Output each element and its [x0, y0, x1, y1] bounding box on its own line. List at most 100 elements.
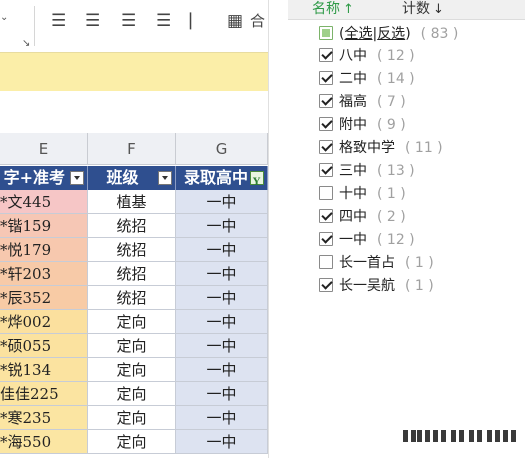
pane-divider — [268, 0, 288, 458]
spreadsheet-area: ⌄ ↘ ☰ ☰ ☰ ☰ ⎸ ▦ 合 E F G 字+准考 班级 录取高中 *文4… — [0, 0, 268, 458]
cell-admitted-school[interactable]: 一中 — [176, 310, 268, 334]
cell-admitted-school[interactable]: 一中 — [176, 406, 268, 430]
option-count: ( 9 ) — [377, 117, 406, 133]
option-checkbox[interactable] — [319, 94, 333, 108]
cell-admitted-school[interactable]: 一中 — [176, 286, 268, 310]
column-header-g[interactable]: G — [176, 133, 268, 165]
option-checkbox[interactable] — [319, 71, 333, 85]
table-row: *悦179 统招 一中 — [0, 238, 268, 262]
option-checkbox[interactable] — [319, 186, 333, 200]
option-checkbox[interactable] — [319, 48, 333, 62]
cell-class[interactable]: 定向 — [88, 310, 176, 334]
blank-area — [0, 91, 268, 133]
option-checkbox[interactable] — [319, 232, 333, 246]
option-label: 八中 — [339, 48, 367, 64]
header-cell-e[interactable]: 字+准考 — [0, 166, 88, 190]
cell-class[interactable]: 统招 — [88, 286, 176, 310]
cell-admitted-school[interactable]: 一中 — [176, 262, 268, 286]
option-checkbox[interactable] — [319, 140, 333, 154]
cell-class[interactable]: 定向 — [88, 382, 176, 406]
glyph-bar — [411, 430, 416, 442]
table-row: 佳佳225 定向 一中 — [0, 382, 268, 406]
cell-candidate[interactable]: *寒235 — [0, 406, 88, 430]
column-header-f[interactable]: F — [88, 133, 176, 165]
cell-class[interactable]: 定向 — [88, 430, 176, 454]
sort-by-count-button[interactable]: 计数 ↓ — [402, 0, 444, 19]
dialog-launcher-icon[interactable]: ↘ — [22, 38, 30, 49]
merge-label[interactable]: 合 — [250, 9, 265, 33]
cell-candidate[interactable]: *海550 — [0, 430, 88, 454]
option-label: 长一首占 — [339, 255, 395, 271]
cell-candidate[interactable]: *硕055 — [0, 334, 88, 358]
header-label-e: 字+准考 — [3, 168, 65, 187]
option-count: ( 1 ) — [377, 186, 406, 202]
cell-admitted-school[interactable]: 一中 — [176, 334, 268, 358]
option-label: 福高 — [339, 94, 367, 110]
option-label: 三中 — [339, 163, 367, 179]
option-count: ( 11 ) — [405, 140, 443, 156]
cell-candidate[interactable]: *烨002 — [0, 310, 88, 334]
option-checkbox[interactable] — [319, 209, 333, 223]
table-row: *轩203 统招 一中 — [0, 262, 268, 286]
cell-candidate[interactable]: *悦179 — [0, 238, 88, 262]
header-label-f: 班级 — [106, 168, 139, 187]
cell-candidate[interactable]: *锐134 — [0, 358, 88, 382]
cell-class[interactable]: 植基 — [88, 190, 176, 214]
option-count: ( 2 ) — [377, 209, 406, 225]
cell-class[interactable]: 统招 — [88, 262, 176, 286]
select-all-checkbox[interactable] — [319, 26, 333, 40]
cell-admitted-school[interactable]: 一中 — [176, 382, 268, 406]
cell-candidate[interactable]: 佳佳225 — [0, 382, 88, 406]
column-header-e[interactable]: E — [0, 133, 88, 165]
option-label-group: 三中 ( 13 ) — [339, 160, 415, 182]
option-label: 十中 — [339, 186, 367, 202]
filter-button-f[interactable] — [158, 171, 172, 185]
cell-candidate[interactable]: *锴159 — [0, 214, 88, 238]
header-cell-g[interactable]: 录取高中 — [176, 166, 268, 190]
invert-selection-link[interactable]: 反选 — [377, 26, 405, 42]
cell-candidate[interactable]: *轩203 — [0, 262, 88, 286]
glyph-bar — [417, 430, 422, 442]
filter-button-e[interactable] — [70, 171, 84, 185]
sort-by-count-label: 计数 — [402, 1, 430, 17]
glyph-bar — [451, 430, 456, 442]
sort-up-icon: ↑ — [343, 2, 354, 17]
glyph-bar — [495, 430, 500, 442]
sort-by-name-label: 名称 — [312, 1, 340, 17]
cell-class[interactable]: 定向 — [88, 406, 176, 430]
total-count: ( 83 ) — [420, 26, 459, 42]
option-label-group: 长一首占 ( 1 ) — [339, 252, 434, 274]
dropdown-arrow-icon[interactable]: ⌄ — [0, 12, 8, 23]
align-left-icon[interactable]: ☰ — [51, 9, 66, 33]
sort-by-name-button[interactable]: 名称 ↑ — [312, 0, 354, 19]
filter-active-button-g[interactable] — [250, 171, 264, 190]
cell-class[interactable]: 定向 — [88, 334, 176, 358]
justify-icon[interactable]: ☰ — [156, 9, 171, 33]
option-checkbox[interactable] — [319, 255, 333, 269]
merge-cells-icon[interactable]: ▦ — [227, 9, 243, 33]
table-row: *辰352 统招 一中 — [0, 286, 268, 310]
align-right-icon[interactable]: ☰ — [121, 9, 136, 33]
cell-admitted-school[interactable]: 一中 — [176, 358, 268, 382]
cell-candidate[interactable]: *辰352 — [0, 286, 88, 310]
glyph-bar — [469, 430, 474, 442]
option-checkbox[interactable] — [319, 163, 333, 177]
cell-admitted-school[interactable]: 一中 — [176, 238, 268, 262]
option-label: 格致中学 — [339, 140, 395, 156]
header-cell-f[interactable]: 班级 — [88, 166, 176, 190]
glyph-bar — [511, 430, 516, 442]
align-center-icon[interactable]: ☰ — [85, 9, 100, 33]
option-checkbox[interactable] — [319, 117, 333, 131]
option-label-group: 长一吴航 ( 1 ) — [339, 275, 434, 297]
cell-class[interactable]: 统招 — [88, 238, 176, 262]
cell-admitted-school[interactable]: 一中 — [176, 214, 268, 238]
option-checkbox[interactable] — [319, 278, 333, 292]
cell-admitted-school[interactable]: 一中 — [176, 430, 268, 454]
cell-class[interactable]: 统招 — [88, 214, 176, 238]
cell-admitted-school[interactable]: 一中 — [176, 190, 268, 214]
cell-candidate[interactable]: *文445 — [0, 190, 88, 214]
option-label: 四中 — [339, 209, 367, 225]
wrap-text-icon[interactable]: ⎸ — [190, 9, 207, 33]
select-all-link[interactable]: 全选 — [344, 26, 372, 42]
cell-class[interactable]: 定向 — [88, 358, 176, 382]
